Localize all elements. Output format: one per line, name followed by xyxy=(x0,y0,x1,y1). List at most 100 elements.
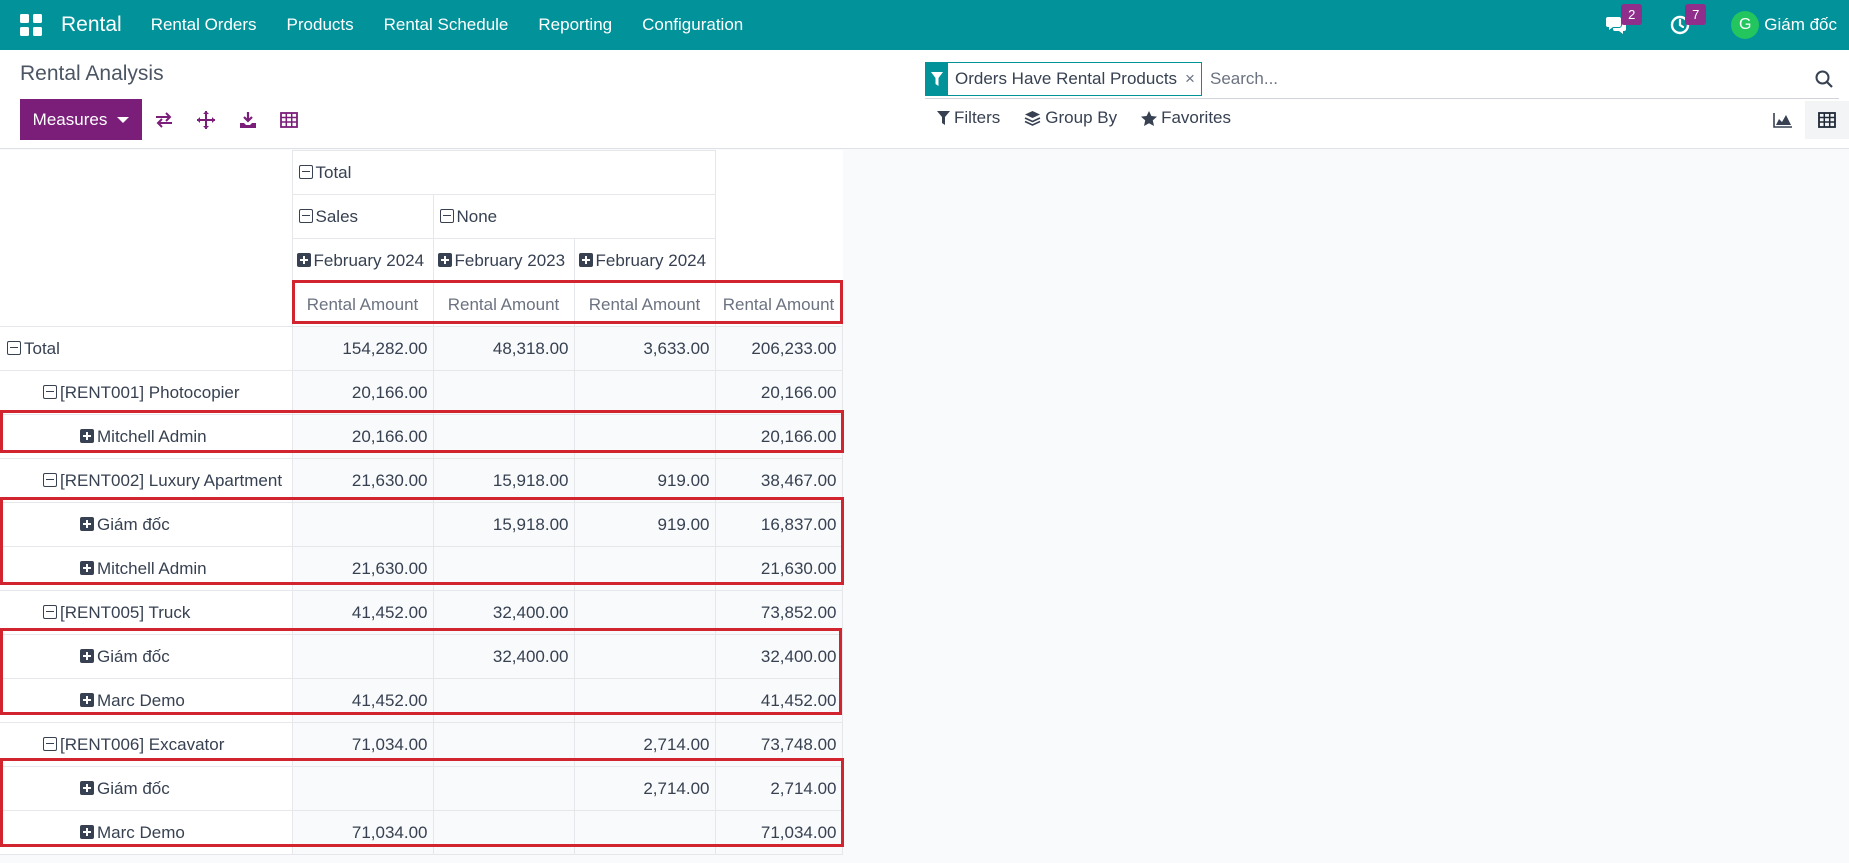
pivot-cell[interactable]: 15,918.00 xyxy=(432,458,575,503)
pivot-cell[interactable]: 21,630.00 xyxy=(291,546,434,591)
activities-button[interactable]: 7 xyxy=(1667,4,1707,38)
pivot-cell[interactable] xyxy=(432,370,575,415)
measure-header[interactable]: Rental Amount xyxy=(714,282,843,327)
pivot-cell[interactable]: 16,837.00 xyxy=(714,502,843,547)
favorites-dropdown[interactable]: Favorites xyxy=(1141,108,1231,128)
pivot-cell[interactable] xyxy=(291,502,434,547)
pivot-cell[interactable]: 32,400.00 xyxy=(432,590,575,635)
pivot-cell[interactable]: 41,452.00 xyxy=(714,678,843,723)
pivot-cell[interactable]: 15,918.00 xyxy=(432,502,575,547)
group-by-dropdown[interactable]: Group By xyxy=(1024,108,1117,128)
row-header-salesperson[interactable]: Giám đốc xyxy=(0,502,293,547)
pivot-cell[interactable]: 2,714.00 xyxy=(573,722,716,767)
pivot-cell[interactable]: 20,166.00 xyxy=(291,414,434,459)
row-header-product[interactable]: [RENT002] Luxury Apartment xyxy=(0,458,293,503)
row-header-salesperson[interactable]: Mitchell Admin xyxy=(0,546,293,591)
pivot-cell[interactable] xyxy=(573,678,716,723)
pivot-view-button[interactable] xyxy=(1805,101,1849,139)
row-header-salesperson[interactable]: Marc Demo xyxy=(0,678,293,723)
pivot-cell[interactable]: 71,034.00 xyxy=(291,810,434,855)
menu-rental-schedule[interactable]: Rental Schedule xyxy=(369,15,524,35)
measure-header[interactable]: Rental Amount xyxy=(291,282,434,327)
pivot-cell[interactable]: 919.00 xyxy=(573,458,716,503)
pivot-cell[interactable]: 71,034.00 xyxy=(714,810,843,855)
pivot-cell[interactable]: 2,714.00 xyxy=(573,766,716,811)
caret-down-icon xyxy=(117,116,130,123)
search-icon[interactable] xyxy=(1811,66,1837,92)
table-icon xyxy=(280,112,298,128)
menu-configuration[interactable]: Configuration xyxy=(627,15,758,35)
user-menu[interactable]: Giám đốc xyxy=(1764,15,1837,35)
pivot-cell[interactable] xyxy=(432,414,575,459)
pivot-cell[interactable]: 21,630.00 xyxy=(714,546,843,591)
pivot-cell[interactable]: 32,400.00 xyxy=(432,634,575,679)
row-header-salesperson[interactable]: Giám đốc xyxy=(0,766,293,811)
pivot-cell[interactable]: 73,748.00 xyxy=(714,722,843,767)
pivot-cell[interactable]: 41,452.00 xyxy=(291,678,434,723)
expand-all-button[interactable] xyxy=(194,108,218,132)
pivot-cell[interactable]: 20,166.00 xyxy=(714,414,843,459)
pivot-cell[interactable] xyxy=(432,722,575,767)
pivot-cell[interactable] xyxy=(432,810,575,855)
facet-remove-button[interactable]: × xyxy=(1183,63,1201,95)
pivot-cell[interactable] xyxy=(573,370,716,415)
pivot-cell[interactable] xyxy=(432,546,575,591)
pivot-cell[interactable]: 32,400.00 xyxy=(714,634,843,679)
pivot-cell[interactable] xyxy=(432,678,575,723)
pivot-cell[interactable]: 3,633.00 xyxy=(573,326,716,371)
pivot-cell[interactable] xyxy=(291,766,434,811)
search-input[interactable] xyxy=(1209,61,1811,96)
row-header-salesperson[interactable]: Giám đốc xyxy=(0,634,293,679)
col-header-total[interactable]: Total xyxy=(291,150,716,195)
collapse-icon xyxy=(439,208,454,223)
filters-dropdown[interactable]: Filters xyxy=(937,108,1000,128)
row-header-salesperson[interactable]: Marc Demo xyxy=(0,810,293,855)
pivot-cell[interactable]: 21,630.00 xyxy=(291,458,434,503)
pivot-cell[interactable]: 73,852.00 xyxy=(714,590,843,635)
pivot-cell[interactable] xyxy=(573,546,716,591)
pivot-cell[interactable]: 41,452.00 xyxy=(291,590,434,635)
menu-rental-orders[interactable]: Rental Orders xyxy=(136,15,272,35)
row-header-salesperson[interactable]: Mitchell Admin xyxy=(0,414,293,459)
flip-axis-button[interactable] xyxy=(152,108,176,132)
pivot-cell[interactable]: 154,282.00 xyxy=(291,326,434,371)
pivot-cell[interactable]: 48,318.00 xyxy=(432,326,575,371)
pivot-cell[interactable]: 206,233.00 xyxy=(714,326,843,371)
pivot-cell[interactable] xyxy=(291,634,434,679)
arrows-move-icon xyxy=(197,111,215,129)
pivot-cell[interactable] xyxy=(573,414,716,459)
row-header-product[interactable]: [RENT001] Photocopier xyxy=(0,370,293,415)
menu-products[interactable]: Products xyxy=(272,15,369,35)
menu-reporting[interactable]: Reporting xyxy=(523,15,627,35)
insert-in-spreadsheet-button[interactable] xyxy=(277,108,301,132)
col-header-date[interactable]: February 2024 xyxy=(573,238,716,283)
download-xlsx-button[interactable] xyxy=(236,108,260,132)
col-header-none[interactable]: None xyxy=(432,194,716,239)
col-header-sales[interactable]: Sales xyxy=(291,194,434,239)
pivot-cell[interactable]: 20,166.00 xyxy=(714,370,843,415)
messages-button[interactable]: 2 xyxy=(1603,4,1643,38)
row-header-total[interactable]: Total xyxy=(0,326,293,371)
measure-header[interactable]: Rental Amount xyxy=(573,282,716,327)
pivot-cell[interactable]: 38,467.00 xyxy=(714,458,843,503)
pivot-cell[interactable]: 919.00 xyxy=(573,502,716,547)
apps-menu-icon[interactable] xyxy=(20,14,42,36)
row-header-product[interactable]: [RENT005] Truck xyxy=(0,590,293,635)
pivot-cell[interactable]: 2,714.00 xyxy=(714,766,843,811)
measures-dropdown-button[interactable]: Measures xyxy=(20,99,142,140)
measure-header[interactable]: Rental Amount xyxy=(432,282,575,327)
pivot-cell[interactable]: 71,034.00 xyxy=(291,722,434,767)
pivot-cell[interactable]: 20,166.00 xyxy=(291,370,434,415)
expand-icon xyxy=(80,780,94,795)
user-avatar[interactable]: G xyxy=(1731,11,1760,39)
col-header-date[interactable]: February 2023 xyxy=(432,238,575,283)
expand-icon xyxy=(578,252,593,267)
pivot-cell[interactable] xyxy=(573,634,716,679)
graph-view-button[interactable] xyxy=(1761,101,1805,139)
pivot-cell[interactable] xyxy=(432,766,575,811)
row-header-product[interactable]: [RENT006] Excavator xyxy=(0,722,293,767)
pivot-cell[interactable] xyxy=(573,590,716,635)
col-header-date[interactable]: February 2024 xyxy=(291,238,434,283)
pivot-cell[interactable] xyxy=(573,810,716,855)
app-brand[interactable]: Rental xyxy=(61,13,122,37)
